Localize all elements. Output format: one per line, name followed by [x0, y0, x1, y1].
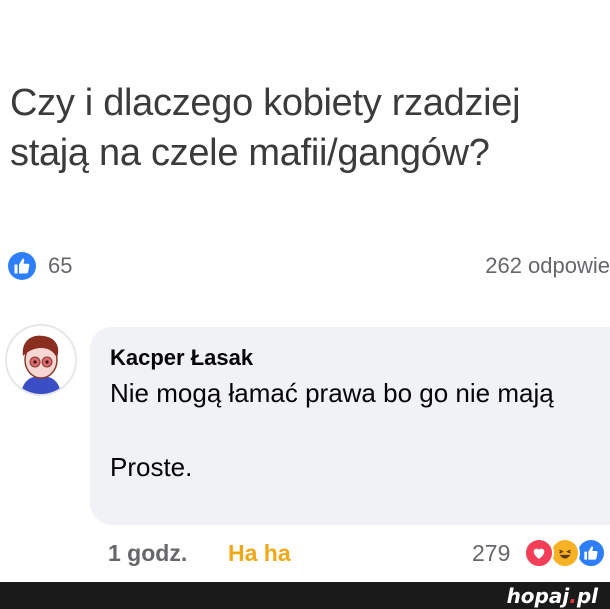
watermark-logo: hopaj.pl [506, 584, 598, 608]
comment-actions: 1 godz. Ha ha 279 [0, 538, 610, 572]
haha-reaction-button[interactable]: Ha ha [228, 540, 291, 567]
comment-text: Nie mogą łamać prawa bo go nie mają Pros… [110, 378, 554, 482]
footer-bar: hopaj.pl [0, 582, 610, 609]
post-stats: 65 262 odpowie [8, 250, 610, 280]
haha-icon [550, 538, 580, 568]
answers-count[interactable]: 262 odpowie [485, 253, 610, 279]
comment-timestamp[interactable]: 1 godz. [108, 540, 187, 567]
thumbs-up-icon [576, 538, 606, 568]
avatar[interactable] [5, 324, 77, 396]
comment-bubble: Kacper Łasak Nie mogą łamać prawa bo go … [90, 327, 610, 525]
post-question: Czy i dlaczego kobiety rzadziej stają na… [10, 82, 521, 174]
comment-author[interactable]: Kacper Łasak [110, 345, 253, 371]
reactions-count[interactable]: 279 [472, 540, 510, 567]
thumbs-up-icon [8, 252, 36, 280]
like-count[interactable]: 65 [48, 253, 72, 279]
heart-icon [524, 538, 554, 568]
